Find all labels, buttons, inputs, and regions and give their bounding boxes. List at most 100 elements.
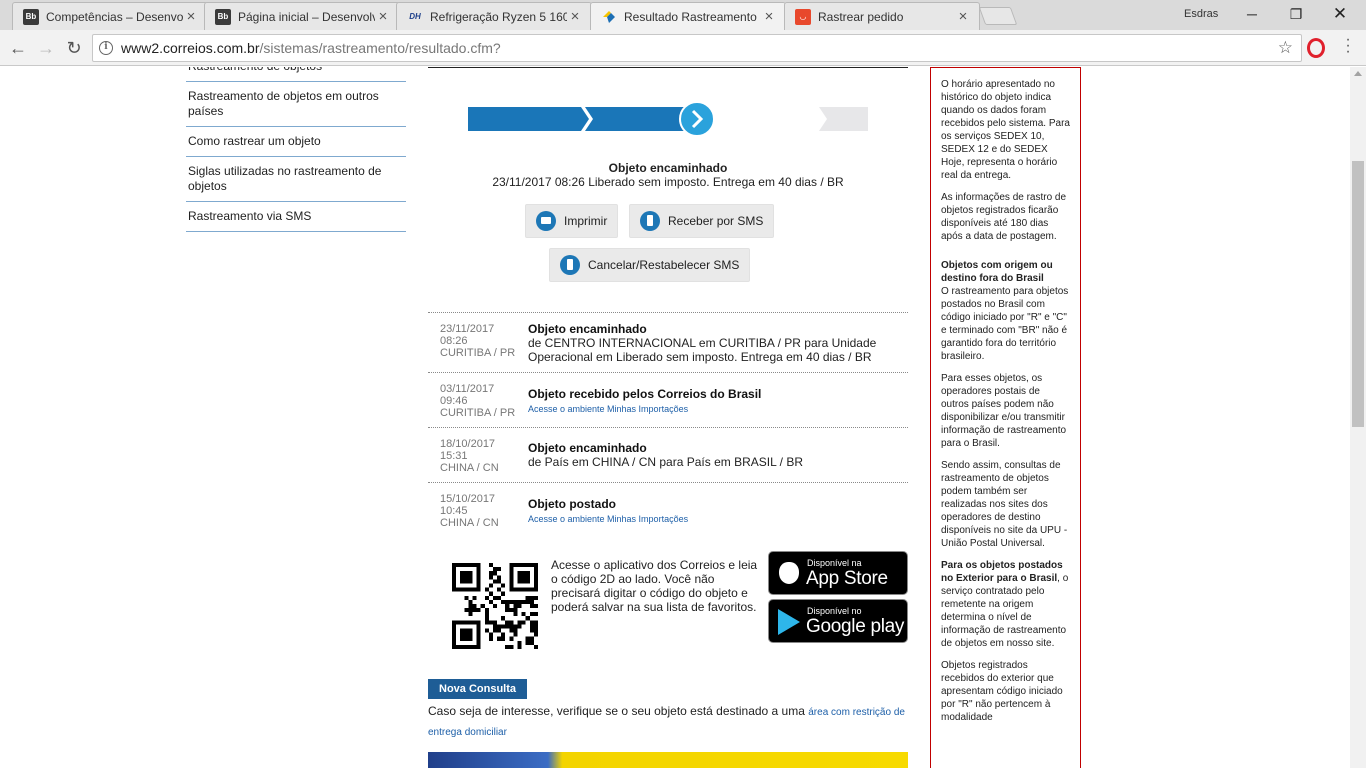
event-place: CURITIBA / PR: [440, 407, 516, 419]
google-play-small-text: Disponível no: [807, 606, 862, 616]
interest-text: Caso seja de interesse, verifique se o s…: [428, 704, 809, 718]
app-store-badge[interactable]: Disponível na App Store: [768, 551, 908, 595]
close-icon[interactable]: ×: [375, 8, 391, 25]
page-viewport: Rastreamento de objetos Rastreamento de …: [0, 67, 1350, 768]
scrollbar-thumb[interactable]: [1352, 161, 1364, 427]
minhas-importacoes-link[interactable]: Acesse o ambiente Minhas Importações: [528, 514, 688, 524]
tab-resultado-rastreamento[interactable]: Resultado Rastreamento ×: [590, 2, 786, 31]
event-place: CHINA / CN: [440, 462, 499, 474]
menu-item-rastreamento-objetos[interactable]: Rastreamento de objetos: [186, 67, 406, 82]
divider: [428, 67, 908, 68]
event-date-day: 23/11/2017: [440, 323, 495, 335]
reload-icon[interactable]: ↻: [62, 36, 86, 60]
google-play-badge[interactable]: Disponível no Google play: [768, 599, 908, 643]
address-bar[interactable]: i www2.correios.com.br/sistemas/rastream…: [92, 34, 1302, 62]
cancel-sms-label: Cancelar/Restabelecer SMS: [588, 258, 740, 272]
event-title: Objeto postado: [528, 497, 616, 511]
event-place: CHINA / CN: [440, 517, 499, 529]
dh-favicon-icon: DH: [409, 12, 421, 21]
vertical-scrollbar[interactable]: [1350, 67, 1366, 768]
event-title: Objeto recebido pelos Correios do Brasil: [528, 387, 762, 401]
app-store-small-text: Disponível na: [807, 558, 862, 568]
phone-icon: [560, 255, 580, 275]
forward-arrow-icon[interactable]: →: [34, 36, 58, 60]
bb-favicon-icon: Bb: [23, 8, 39, 25]
info-sidebar: O horário apresentado no histórico do ob…: [930, 67, 1081, 768]
close-icon[interactable]: ×: [567, 8, 583, 25]
printer-icon: [536, 211, 556, 231]
info-icon[interactable]: i: [99, 41, 113, 55]
close-window-icon[interactable]: ✕: [1320, 2, 1360, 26]
event-date-day: 15/10/2017: [440, 493, 496, 505]
info-paragraph: As informações de rastro de objetos regi…: [941, 192, 1067, 242]
profile-name[interactable]: Esdras: [1184, 8, 1218, 20]
url-host: www2.correios.com.br: [121, 40, 260, 56]
tab-strip: Bb Competências – Desenvo × Bb Página in…: [0, 0, 1366, 31]
menu-item-como-rastrear[interactable]: Como rastrear um objeto: [186, 127, 406, 157]
scroll-up-arrow-icon[interactable]: [1354, 71, 1362, 76]
left-menu: Rastreamento de objetos Rastreamento de …: [186, 67, 406, 232]
cancel-sms-button[interactable]: Cancelar/Restabelecer SMS: [549, 248, 751, 282]
event-place: CURITIBA / PR: [440, 347, 516, 359]
google-play-big-text: Google play: [806, 616, 905, 637]
nova-consulta-button[interactable]: Nova Consulta: [428, 679, 528, 699]
kebab-menu-icon[interactable]: · · ·: [1340, 32, 1356, 60]
minhas-importacoes-link[interactable]: Acesse o ambiente Minhas Importações: [528, 404, 688, 414]
menu-item-outros-paises[interactable]: Rastreamento de objetos em outros países: [186, 82, 406, 127]
sms-button[interactable]: Receber por SMS: [629, 204, 775, 238]
tab-title: Página inicial – Desenvolv: [238, 9, 375, 24]
print-label: Imprimir: [564, 214, 608, 228]
print-button[interactable]: Imprimir: [525, 204, 619, 238]
phone-icon: [640, 211, 660, 231]
promo-banner[interactable]: [428, 752, 908, 768]
menu-item-sms[interactable]: Rastreamento via SMS: [186, 202, 406, 232]
tab-title: Refrigeração Ryzen 5 1600: [430, 9, 567, 24]
tab-refrigeracao[interactable]: DH Refrigeração Ryzen 5 1600 ×: [396, 2, 592, 30]
back-arrow-icon[interactable]: ←: [6, 36, 30, 60]
close-icon[interactable]: ×: [183, 8, 199, 25]
close-icon[interactable]: ×: [955, 8, 971, 25]
close-icon[interactable]: ×: [761, 9, 777, 25]
sms-label: Receber por SMS: [668, 214, 764, 228]
progress-step: [468, 107, 589, 131]
tracking-progress-bar: [468, 101, 868, 137]
minimize-icon[interactable]: ─: [1232, 2, 1272, 26]
info-heading-inline: Para os objetos postados no Exterior par…: [941, 560, 1063, 584]
event-body: Objeto postado Acesse o ambiente Minhas …: [528, 483, 908, 533]
qr-code-icon: [452, 563, 538, 649]
new-tab-button[interactable]: [978, 7, 1018, 25]
apple-icon: [779, 562, 799, 584]
bb-favicon-icon: Bb: [215, 8, 231, 25]
app-store-big-text: App Store: [806, 568, 888, 589]
aliexpress-favicon-icon: ◡: [795, 8, 811, 25]
event-title: Objeto encaminhado: [528, 441, 647, 455]
tab-competencias[interactable]: Bb Competências – Desenvo ×: [12, 2, 208, 30]
event-row: 15/10/2017 10:45 CHINA / CN Objeto posta…: [428, 482, 908, 537]
event-detail: de CENTRO INTERNACIONAL em CURITIBA / PR…: [528, 336, 877, 364]
tab-pagina-inicial[interactable]: Bb Página inicial – Desenvolv ×: [204, 2, 400, 30]
bookmark-star-icon[interactable]: ☆: [1278, 38, 1293, 58]
app-promo: Acesse o aplicativo dos Correios e leia …: [428, 551, 908, 649]
opera-extension-icon[interactable]: [1307, 38, 1325, 58]
status-line: 23/11/2017 08:26 Liberado sem imposto. E…: [492, 175, 844, 189]
menu-item-siglas[interactable]: Siglas utilizadas no rastreamento de obj…: [186, 157, 406, 202]
event-row: 18/10/2017 15:31 CHINA / CN Objeto encam…: [428, 427, 908, 482]
event-body: Objeto recebido pelos Correios do Brasil…: [528, 373, 908, 423]
event-date-time: 08:26: [440, 335, 468, 347]
info-paragraph: O horário apresentado no histórico do ob…: [941, 79, 1070, 181]
event-date-time: 10:45: [440, 505, 468, 517]
tab-rastrear-pedido[interactable]: ◡ Rastrear pedido ×: [784, 2, 980, 30]
browser-toolbar: ← → ↻ i www2.correios.com.br/sistemas/ra…: [0, 30, 1366, 66]
tab-title: Resultado Rastreamento: [624, 10, 757, 24]
info-paragraph: Objetos registrados recebidos do exterio…: [941, 660, 1063, 723]
event-list: 23/11/2017 08:26 CURITIBA / PR Objeto en…: [428, 312, 908, 537]
maximize-icon[interactable]: ❐: [1276, 2, 1316, 26]
event-date: 23/11/2017 08:26 CURITIBA / PR: [440, 323, 528, 359]
event-row: 03/11/2017 09:46 CURITIBA / PR Objeto re…: [428, 372, 908, 427]
event-date: 03/11/2017 09:46 CURITIBA / PR: [440, 383, 528, 419]
event-date-time: 15:31: [440, 450, 468, 462]
info-inline-text: , o serviço contratado pelo remetente na…: [941, 573, 1069, 649]
event-date: 15/10/2017 10:45 CHINA / CN: [440, 493, 528, 529]
info-paragraph: Para esses objetos, os operadores postai…: [941, 373, 1067, 449]
event-body: Objeto encaminhado de CENTRO INTERNACION…: [528, 313, 908, 372]
